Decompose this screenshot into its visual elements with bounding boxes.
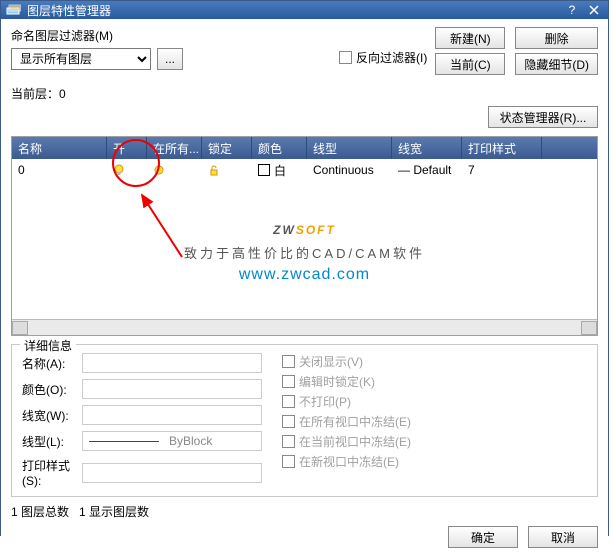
chk-freeze-all[interactable]: 在所有视口中冻结(E): [282, 413, 411, 430]
cell-linetype[interactable]: Continuous: [307, 163, 392, 177]
window-title: 图层特性管理器: [27, 2, 560, 19]
col-plotstyle[interactable]: 打印样式: [462, 137, 542, 159]
col-linetype[interactable]: 线型: [307, 137, 392, 159]
filter-browse-button[interactable]: ...: [157, 48, 183, 70]
col-lineweight[interactable]: 线宽: [392, 137, 462, 159]
detail-ps-label: 打印样式(S):: [22, 457, 82, 488]
sun-icon: [153, 164, 165, 176]
close-button[interactable]: [584, 1, 604, 19]
details-group: 详细信息 名称(A): 颜色(O): 线宽(W): 线型(L): ByBlock…: [11, 344, 598, 497]
cell-freeze[interactable]: [147, 164, 202, 176]
invert-filter-checkbox[interactable]: 反向过滤器(I): [339, 49, 427, 66]
detail-lt-input[interactable]: ByBlock: [82, 431, 262, 451]
chk-no-print[interactable]: 不打印(P): [282, 393, 411, 410]
scroll-right-icon[interactable]: [581, 321, 597, 335]
detail-name-label: 名称(A):: [22, 355, 82, 372]
new-button[interactable]: 新建(N): [435, 27, 505, 49]
ok-button[interactable]: 确定: [448, 526, 518, 548]
cell-on[interactable]: [107, 164, 147, 176]
filter-select[interactable]: 显示所有图层: [11, 48, 151, 70]
delete-button[interactable]: 删除: [515, 27, 598, 49]
filter-label: 命名图层过滤器(M): [11, 27, 319, 44]
col-color[interactable]: 颜色: [252, 137, 307, 159]
table-row[interactable]: 0 白 Continuous — Default 7: [12, 159, 597, 181]
current-button[interactable]: 当前(C): [435, 53, 505, 75]
detail-lt-label: 线型(L):: [22, 433, 82, 450]
cell-lineweight[interactable]: — Default: [392, 163, 462, 177]
col-name[interactable]: 名称: [12, 137, 107, 159]
detail-color-label: 颜色(O):: [22, 381, 82, 398]
cell-color[interactable]: 白: [252, 162, 307, 179]
invert-filter-label: 反向过滤器(I): [356, 49, 427, 66]
app-icon: [5, 2, 21, 18]
annotation-arrow: [132, 187, 192, 267]
watermark: ZWSOFT 致力于高性价比的CAD/CAM软件 www.zwcad.com: [184, 209, 425, 284]
details-title: 详细信息: [20, 337, 76, 354]
state-manager-button[interactable]: 状态管理器(R)...: [488, 106, 598, 128]
current-layer-value: 0: [59, 87, 66, 101]
chk-freeze-current[interactable]: 在当前视口中冻结(E): [282, 433, 411, 450]
padlock-open-icon: [208, 164, 220, 176]
detail-color-input[interactable]: [82, 379, 262, 399]
col-lock[interactable]: 锁定: [202, 137, 252, 159]
cancel-button[interactable]: 取消: [528, 526, 598, 548]
detail-lw-input[interactable]: [82, 405, 262, 425]
chk-lock-edit[interactable]: 编辑时锁定(K): [282, 373, 411, 390]
layer-table: 名称 开 在所有... 锁定 颜色 线型 线宽 打印样式 0: [11, 136, 598, 336]
checkbox-icon: [339, 51, 352, 64]
col-freeze[interactable]: 在所有...: [147, 137, 202, 159]
close-icon: [589, 5, 599, 15]
lightbulb-on-icon: [113, 164, 125, 176]
help-button[interactable]: ?: [562, 1, 582, 19]
titlebar: 图层特性管理器 ?: [1, 1, 608, 19]
scroll-left-icon[interactable]: [12, 321, 28, 335]
cell-plotstyle[interactable]: 7: [462, 163, 542, 177]
status-line: 1 图层总数 1 显示图层数: [11, 503, 598, 520]
horizontal-scrollbar[interactable]: [12, 319, 597, 335]
chk-freeze-new[interactable]: 在新视口中冻结(E): [282, 453, 411, 470]
detail-name-input[interactable]: [82, 353, 262, 373]
cell-name: 0: [12, 163, 107, 177]
chk-close-display[interactable]: 关闭显示(V): [282, 353, 411, 370]
current-layer-label: 当前层：: [11, 85, 59, 102]
hide-details-button[interactable]: 隐藏细节(D): [515, 53, 598, 75]
cell-lock[interactable]: [202, 164, 252, 176]
detail-lw-label: 线宽(W):: [22, 407, 82, 424]
col-on[interactable]: 开: [107, 137, 147, 159]
table-header: 名称 开 在所有... 锁定 颜色 线型 线宽 打印样式: [12, 137, 597, 159]
detail-ps-input[interactable]: [82, 463, 262, 483]
color-swatch: [258, 164, 270, 176]
